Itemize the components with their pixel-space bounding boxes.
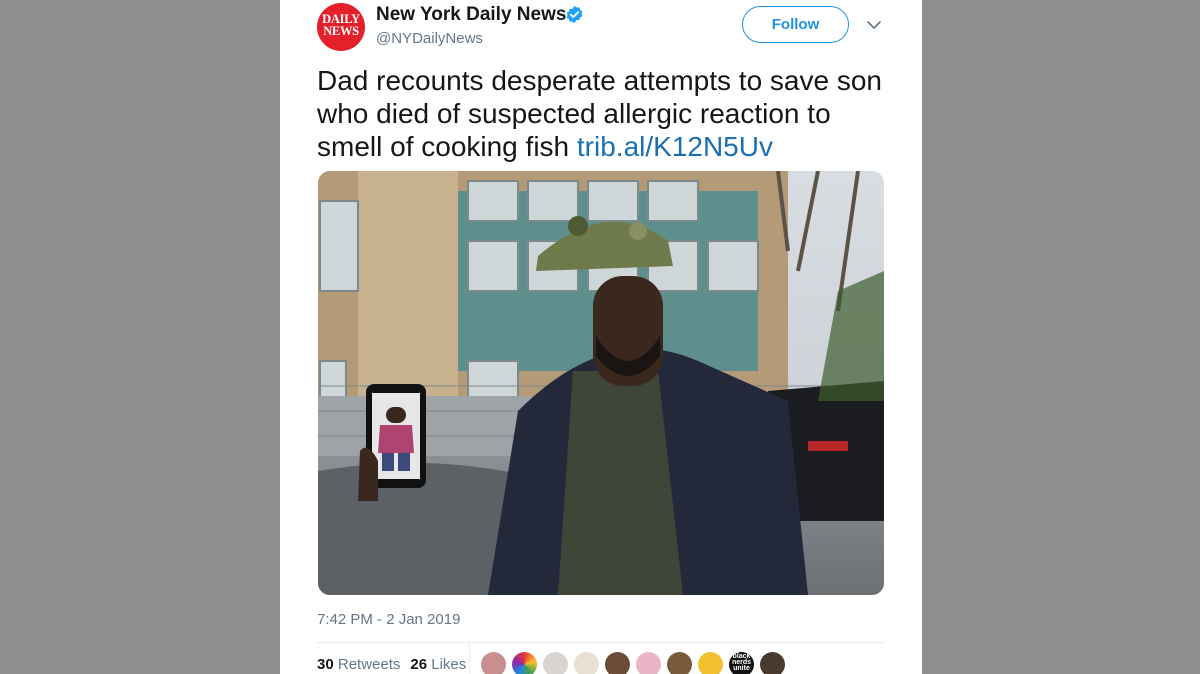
tweet-link[interactable]: trib.al/K12N5Uv	[577, 131, 773, 162]
liker-avatar[interactable]	[636, 652, 661, 674]
liker-avatar[interactable]	[760, 652, 785, 674]
liker-avatar[interactable]	[605, 652, 630, 674]
tweet-text: Dad recounts desperate attempts to save …	[317, 64, 887, 163]
tweet-stats: 30 Retweets 26 Likes	[317, 656, 466, 673]
tweet-photo[interactable]	[318, 171, 884, 595]
tweet-timestamp[interactable]: 7:42 PM - 2 Jan 2019	[317, 611, 460, 628]
follow-button[interactable]: Follow	[742, 6, 849, 43]
liker-avatar-black-nerds[interactable]: black nerds unite	[729, 652, 754, 674]
divider	[317, 642, 884, 643]
avatar[interactable]: DAILY NEWS	[317, 3, 365, 51]
liker-avatars: black nerds unite	[481, 652, 785, 674]
likes-stat[interactable]: 26 Likes	[410, 656, 466, 673]
liker-avatar[interactable]	[574, 652, 599, 674]
verified-badge-icon	[566, 5, 583, 24]
liker-avatar[interactable]	[512, 652, 537, 674]
tweet-card: DAILY NEWS New York Daily News @NYDailyN…	[280, 0, 922, 674]
stats-separator	[469, 643, 470, 674]
chevron-down-icon[interactable]	[865, 18, 883, 32]
retweets-stat[interactable]: 30 Retweets	[317, 656, 400, 673]
liker-avatar[interactable]	[698, 652, 723, 674]
liker-avatar[interactable]	[543, 652, 568, 674]
liker-avatar[interactable]	[667, 652, 692, 674]
display-name[interactable]: New York Daily News	[376, 4, 566, 26]
liker-avatar[interactable]	[481, 652, 506, 674]
liker-badge-text: black nerds unite	[731, 653, 752, 672]
user-handle[interactable]: @NYDailyNews	[376, 30, 483, 47]
daily-news-logo: DAILY NEWS	[322, 12, 360, 38]
